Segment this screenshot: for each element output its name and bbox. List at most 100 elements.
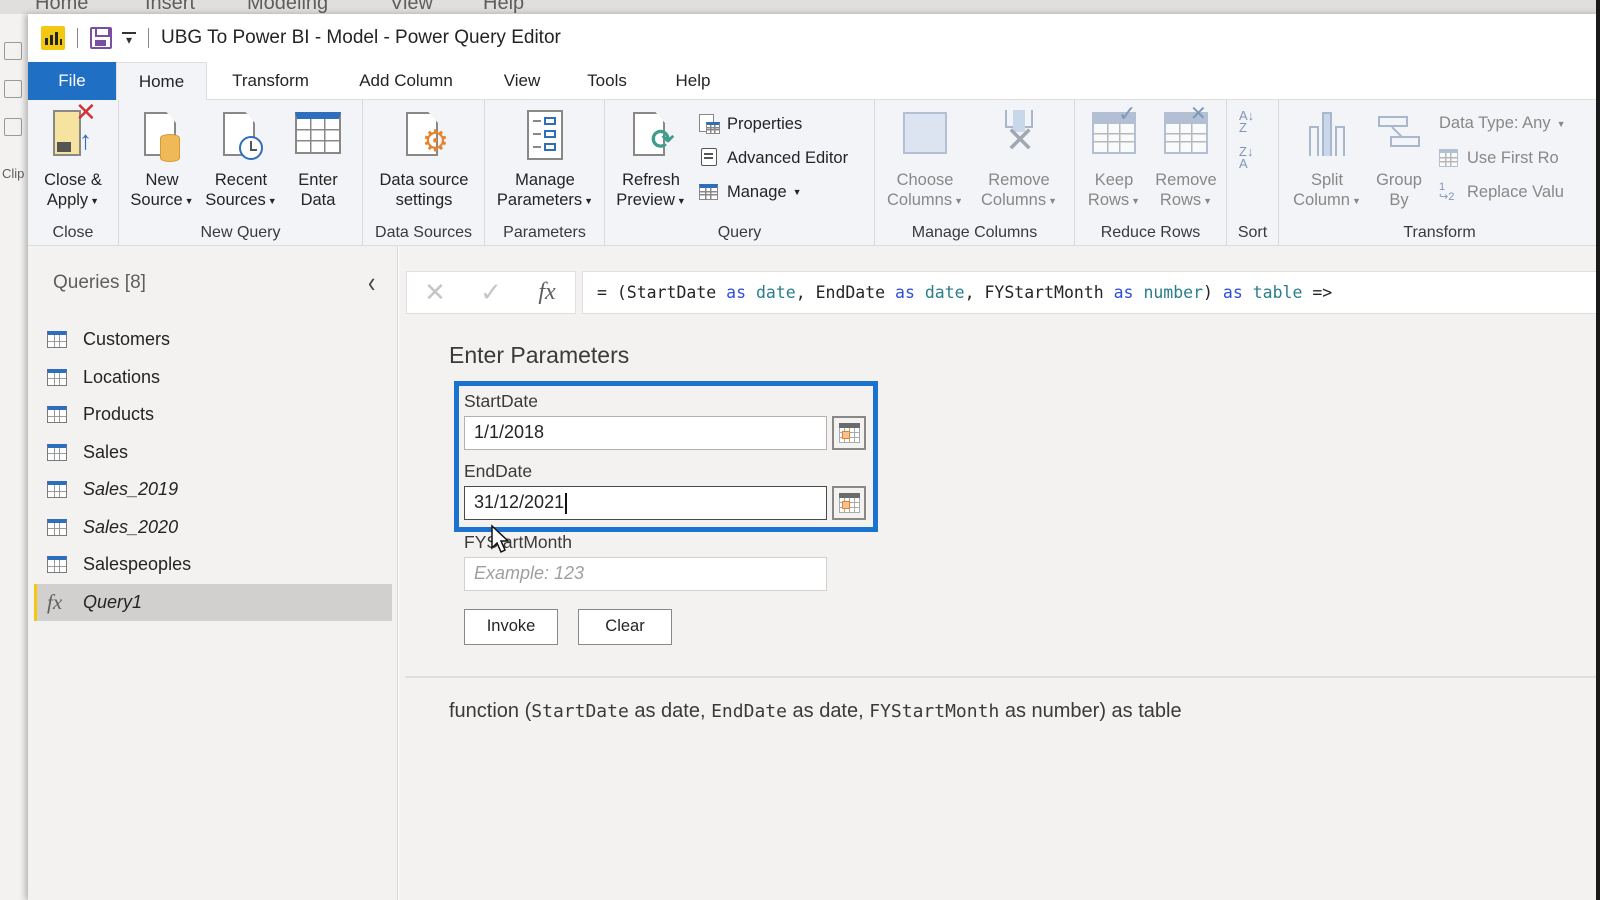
query-item-customers[interactable]: Customers — [34, 321, 392, 358]
text-caret — [565, 492, 567, 514]
dropdown-caret-icon: ▼ — [1131, 195, 1141, 206]
use-first-row-button[interactable]: Use First Ro — [1439, 148, 1559, 168]
ribbon-group-sort: A↓ Z Z↓ A Sort — [1227, 100, 1279, 246]
ribbon-group-close: ✕ ↑ Close & Apply ▼ Close — [28, 99, 119, 246]
table-icon — [47, 331, 67, 348]
sort-descending-button[interactable]: Z↓ A — [1239, 144, 1267, 176]
data-type-dropdown[interactable]: Data Type: Any ▼ — [1439, 114, 1566, 133]
sort-ascending-button[interactable]: A↓ Z — [1239, 109, 1267, 140]
signature-text: function ( — [449, 700, 532, 722]
close-apply-label-1: Close & — [44, 171, 102, 189]
group-label-reduce-rows: Reduce Rows — [1100, 224, 1201, 241]
format-painter-icon[interactable] — [4, 118, 22, 136]
group-by-button[interactable]: Group By — [1371, 108, 1427, 210]
refresh-preview-button[interactable]: ⟳ Refresh Preview ▼ — [611, 108, 691, 211]
remove-rows-button[interactable]: ✕ Remove Rows ▼ — [1151, 104, 1221, 211]
table-icon — [47, 406, 67, 423]
host-menu-home[interactable]: Home — [35, 0, 88, 14]
query-item-sales-2019[interactable]: Sales_2019 — [34, 471, 392, 508]
startdate-calendar-button[interactable] — [832, 416, 866, 450]
recent-sources-label-2: Sources — [205, 191, 266, 209]
table-icon — [47, 443, 67, 461]
advanced-editor-icon — [699, 148, 719, 168]
tab-add-column[interactable]: Add Column — [346, 62, 466, 100]
query-item-sales-2020[interactable]: Sales_2020 — [34, 509, 392, 546]
cut-icon[interactable] — [4, 42, 22, 60]
title-bar: ▾ UBG To Power BI - Model - Power Query … — [28, 14, 1600, 62]
fystartmonth-input[interactable]: Example: 123 — [464, 557, 827, 591]
signature-param-name: StartDate — [531, 701, 629, 722]
startdate-input[interactable]: 1/1/2018 — [464, 416, 827, 450]
enter-data-button[interactable]: Enter Data — [286, 108, 350, 210]
keep-rows-button[interactable]: ✓ Keep Rows ▼ — [1081, 103, 1147, 211]
manage-label: Manage — [727, 182, 787, 201]
enter-data-icon — [295, 108, 341, 164]
query-item-label: Customers — [83, 329, 171, 349]
tab-tools[interactable]: Tools — [578, 62, 636, 100]
host-menu-view[interactable]: View — [390, 0, 433, 14]
query-item-salespeoples[interactable]: Salespeoples — [34, 546, 392, 583]
enddate-calendar-button[interactable] — [832, 486, 866, 520]
formula-token: table — [1252, 283, 1303, 302]
insert-function-icon[interactable]: fx — [519, 279, 575, 306]
properties-button[interactable]: Properties — [699, 114, 802, 134]
ribbon-tabs: File Home Transform Add Column View Tool… — [28, 62, 1600, 101]
group-label-new-query: New Query — [200, 224, 281, 241]
recent-sources-button[interactable]: Recent Sources ▼ — [202, 108, 280, 211]
new-source-button[interactable]: New Source ▼ — [126, 108, 198, 211]
group-by-icon — [1376, 108, 1422, 164]
host-app-left-panel: Clip — [0, 14, 30, 900]
cancel-formula-icon[interactable]: ✕ — [407, 277, 463, 308]
query-item-products[interactable]: Products — [34, 396, 392, 433]
split-column-button[interactable]: Split Column ▼ — [1287, 108, 1367, 211]
commit-formula-icon[interactable]: ✓ — [463, 277, 519, 308]
invoke-button[interactable]: Invoke — [464, 609, 558, 645]
query-item-locations[interactable]: Locations — [34, 359, 392, 396]
remove-columns-button[interactable]: ✕ Remove Columns ▼ — [973, 108, 1065, 211]
data-source-settings-label-2: settings — [395, 191, 453, 209]
tab-home[interactable]: Home — [116, 62, 207, 101]
choose-columns-button[interactable]: Choose Columns ▼ — [881, 108, 969, 211]
query-item-label: Query1 — [83, 591, 143, 612]
advanced-editor-button[interactable]: Advanced Editor — [699, 148, 848, 168]
tab-transform[interactable]: Transform — [218, 62, 323, 100]
properties-icon — [699, 114, 720, 134]
tab-file[interactable]: File — [28, 62, 116, 100]
queries-pane: Queries [8] ‹ Customers Locations Products… — [28, 246, 398, 900]
replace-values-button[interactable]: 1 ↪2 Replace Valu — [1439, 182, 1564, 203]
enter-data-label-1: Enter — [298, 171, 338, 189]
manage-button[interactable]: Manage ▼ — [699, 182, 802, 202]
dropdown-caret-icon: ▼ — [1203, 195, 1213, 206]
clear-button[interactable]: Clear — [578, 609, 672, 645]
host-menu-help[interactable]: Help — [483, 0, 524, 14]
formula-token: , FYStartMonth — [964, 283, 1114, 302]
query-item-sales[interactable]: Sales — [34, 434, 392, 471]
clipboard-label: Clip — [2, 166, 25, 181]
dropdown-caret-icon: ▼ — [1048, 195, 1058, 206]
split-column-label-1: Split — [1310, 171, 1344, 189]
close-apply-button[interactable]: ✕ ↑ Close & Apply ▼ — [33, 99, 113, 211]
close-apply-icon: ✕ ↑ — [51, 99, 97, 164]
manage-parameters-button[interactable]: Manage Parameters ▼ — [489, 108, 601, 211]
query-item-query1[interactable]: fx Query1 — [34, 583, 392, 621]
tab-help[interactable]: Help — [668, 62, 718, 100]
formula-token: as — [1113, 283, 1134, 302]
formula-bar-input[interactable]: = (StartDate as date, EndDate as date, F… — [582, 271, 1600, 314]
calendar-icon — [839, 423, 860, 443]
group-label-query: Query — [717, 224, 762, 241]
sort-descending-icon: Z↓ A — [1239, 144, 1254, 171]
query-item-label: Products — [83, 404, 155, 424]
choose-columns-label-2: Columns — [886, 191, 953, 209]
manage-table-icon — [699, 182, 719, 202]
save-icon[interactable] — [90, 27, 112, 49]
group-label-close: Close — [52, 224, 94, 241]
host-menu-modeling[interactable]: Modeling — [247, 0, 328, 14]
copy-icon[interactable] — [4, 80, 22, 98]
enddate-input[interactable]: 31/12/2021 — [464, 486, 827, 520]
collapse-pane-icon[interactable]: ‹ — [368, 266, 375, 300]
host-menu-insert[interactable]: Insert — [145, 0, 195, 14]
data-source-settings-button[interactable]: ⚙ Data source settings — [369, 108, 479, 210]
queries-pane-title: Queries [8] — [53, 272, 146, 293]
tab-view[interactable]: View — [494, 62, 550, 100]
customize-quick-access-icon[interactable]: ▾ — [122, 31, 136, 46]
